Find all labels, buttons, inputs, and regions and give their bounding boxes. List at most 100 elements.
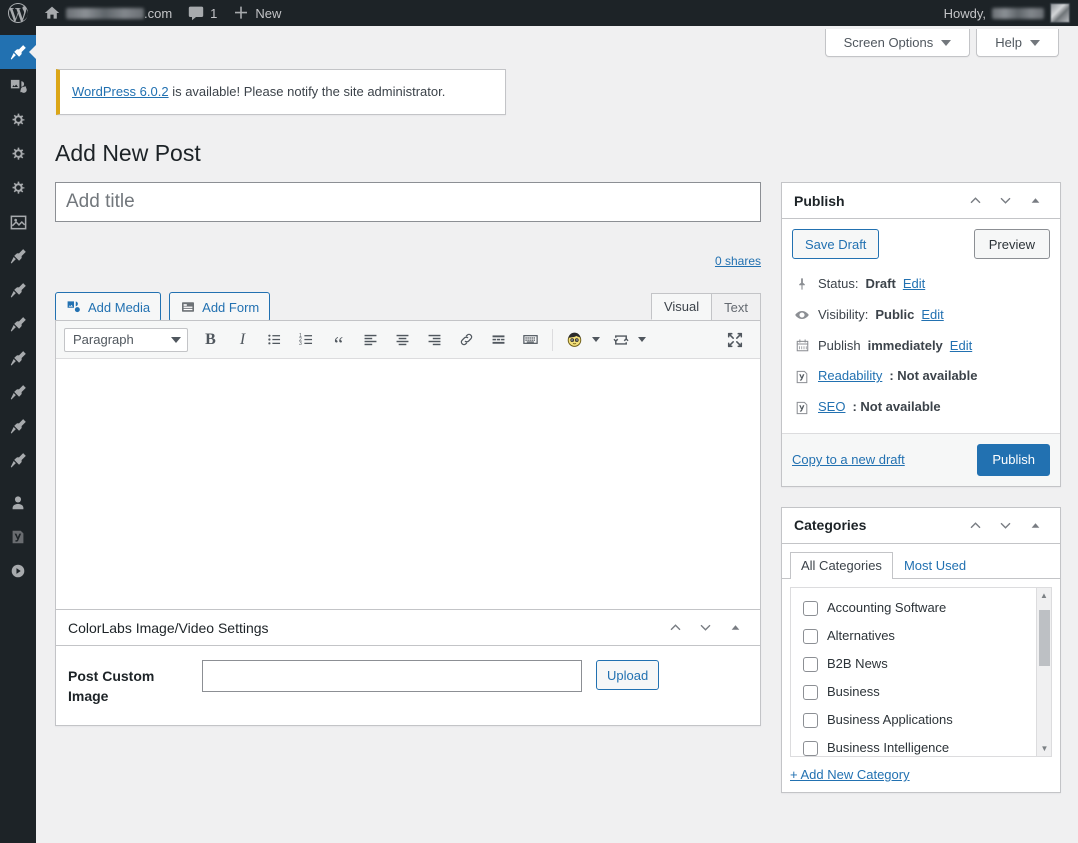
image-icon (9, 213, 28, 232)
align-left-button[interactable] (355, 325, 386, 355)
category-scrollbar[interactable]: ▲ ▼ (1036, 588, 1051, 756)
blockquote-button[interactable]: “ (323, 325, 354, 355)
numbered-list-button[interactable]: 1 2 3 (291, 325, 322, 355)
edit-schedule-link[interactable]: Edit (950, 336, 972, 357)
shares-link[interactable]: 0 shares (715, 254, 761, 268)
publish-title: Publish (794, 193, 962, 209)
save-draft-button[interactable]: Save Draft (792, 229, 879, 259)
tab-text[interactable]: Text (711, 293, 761, 320)
sidebar-item-cpt-5[interactable] (0, 375, 36, 409)
edit-status-link[interactable]: Edit (903, 274, 925, 295)
category-checklist-wrap: Accounting Software Alternatives B2B New… (790, 587, 1052, 757)
sidebar-item-plugin-c[interactable] (0, 171, 36, 205)
toggle-panel-button[interactable] (722, 615, 748, 641)
paragraph-format-select[interactable]: Paragraph (64, 328, 188, 352)
italic-button[interactable]: I (227, 325, 258, 355)
categories-inside: All Categories Most Used Accounting Soft… (782, 544, 1060, 792)
bold-button[interactable]: B (195, 325, 226, 355)
category-checkbox[interactable] (803, 629, 818, 644)
insert-link-button[interactable] (451, 325, 482, 355)
fullscreen-button[interactable] (719, 325, 750, 355)
sidebar-item-cpt-4[interactable] (0, 341, 36, 375)
sidebar-item-plugin-a[interactable] (0, 103, 36, 137)
yoast-icon (9, 528, 27, 546)
comments-count: 1 (210, 6, 217, 21)
pin-icon (9, 383, 28, 402)
move-up-button[interactable] (962, 512, 988, 538)
gear-icon (10, 112, 26, 128)
tab-most-used[interactable]: Most Used (893, 552, 977, 579)
post-custom-image-input[interactable] (202, 660, 582, 692)
scrollbar-thumb[interactable] (1039, 610, 1050, 666)
emoji-button[interactable] (559, 325, 604, 355)
my-account-menu[interactable]: Howdy, (936, 0, 1078, 26)
new-content-menu[interactable]: New (225, 0, 289, 26)
sidebar-item-cpt-7[interactable] (0, 443, 36, 477)
list-item[interactable]: Business Applications (791, 706, 1051, 734)
tab-visual[interactable]: Visual (651, 293, 712, 320)
site-name-menu[interactable]: .com (36, 0, 180, 26)
align-center-button[interactable] (387, 325, 418, 355)
move-down-button[interactable] (992, 188, 1018, 214)
publish-handles (962, 188, 1048, 214)
sidebar-item-cpt-6[interactable] (0, 409, 36, 443)
publish-metabox: Publish Save Draft (781, 182, 1061, 487)
add-media-button[interactable]: Add Media (55, 292, 161, 322)
preview-button[interactable]: Preview (974, 229, 1050, 259)
list-item[interactable]: Accounting Software (791, 594, 1051, 622)
sidebar-item-media[interactable] (0, 69, 36, 103)
bulleted-list-button[interactable] (259, 325, 290, 355)
move-down-button[interactable] (992, 512, 1018, 538)
upload-button[interactable]: Upload (596, 660, 659, 690)
align-center-icon (394, 331, 411, 348)
sidebar-item-cpt-1[interactable] (0, 239, 36, 273)
publish-inside: Save Draft Preview Status: Draft Edit (782, 219, 1060, 486)
add-media-label: Add Media (88, 300, 150, 315)
wp-logo-menu[interactable] (0, 0, 36, 26)
list-item[interactable]: Business (791, 678, 1051, 706)
move-down-button[interactable] (692, 615, 718, 641)
category-checkbox[interactable] (803, 657, 818, 672)
category-checkbox[interactable] (803, 601, 818, 616)
readability-link[interactable]: Readability (818, 366, 882, 387)
sidebar-item-plugin-b[interactable] (0, 137, 36, 171)
copy-to-new-draft-link[interactable]: Copy to a new draft (792, 452, 905, 467)
screen-options-button[interactable]: Screen Options (825, 29, 971, 57)
sidebar-item-video[interactable] (0, 554, 36, 588)
move-up-button[interactable] (962, 188, 988, 214)
sidebar-item-gallery[interactable] (0, 205, 36, 239)
category-checkbox[interactable] (803, 713, 818, 728)
sidebar-item-cpt-2[interactable] (0, 273, 36, 307)
add-new-category-link[interactable]: + Add New Category (790, 767, 910, 782)
category-label: Accounting Software (827, 596, 946, 620)
wordpress-update-link[interactable]: WordPress 6.0.2 (72, 84, 169, 99)
category-checkbox[interactable] (803, 685, 818, 700)
post-title-input[interactable] (55, 182, 761, 222)
list-item[interactable]: Alternatives (791, 622, 1051, 650)
toolbar-toggle-button[interactable] (515, 325, 546, 355)
toggle-panel-button[interactable] (1022, 188, 1048, 214)
sidebar-item-profile[interactable] (0, 486, 36, 520)
readability-value: : Not available (889, 366, 977, 387)
add-form-button[interactable]: Add Form (169, 292, 270, 322)
category-checkbox[interactable] (803, 741, 818, 756)
scroll-up-arrow[interactable]: ▲ (1037, 588, 1051, 603)
sidebar-item-seo[interactable] (0, 520, 36, 554)
sidebar-item-posts[interactable] (0, 35, 36, 69)
tab-all-categories[interactable]: All Categories (790, 552, 893, 579)
move-up-button[interactable] (662, 615, 688, 641)
comments-menu[interactable]: 1 (180, 0, 225, 26)
edit-visibility-link[interactable]: Edit (921, 305, 943, 326)
seo-link[interactable]: SEO (818, 397, 845, 418)
align-right-button[interactable] (419, 325, 450, 355)
publish-button[interactable]: Publish (977, 444, 1050, 476)
shortcode-button[interactable] (605, 325, 650, 355)
align-left-icon (362, 331, 379, 348)
read-more-button[interactable] (483, 325, 514, 355)
scroll-down-arrow[interactable]: ▼ (1037, 741, 1052, 756)
list-item[interactable]: Business Intelligence (791, 734, 1051, 757)
list-item[interactable]: B2B News (791, 650, 1051, 678)
toggle-panel-button[interactable] (1022, 512, 1048, 538)
sidebar-item-cpt-3[interactable] (0, 307, 36, 341)
help-button[interactable]: Help (976, 29, 1059, 57)
